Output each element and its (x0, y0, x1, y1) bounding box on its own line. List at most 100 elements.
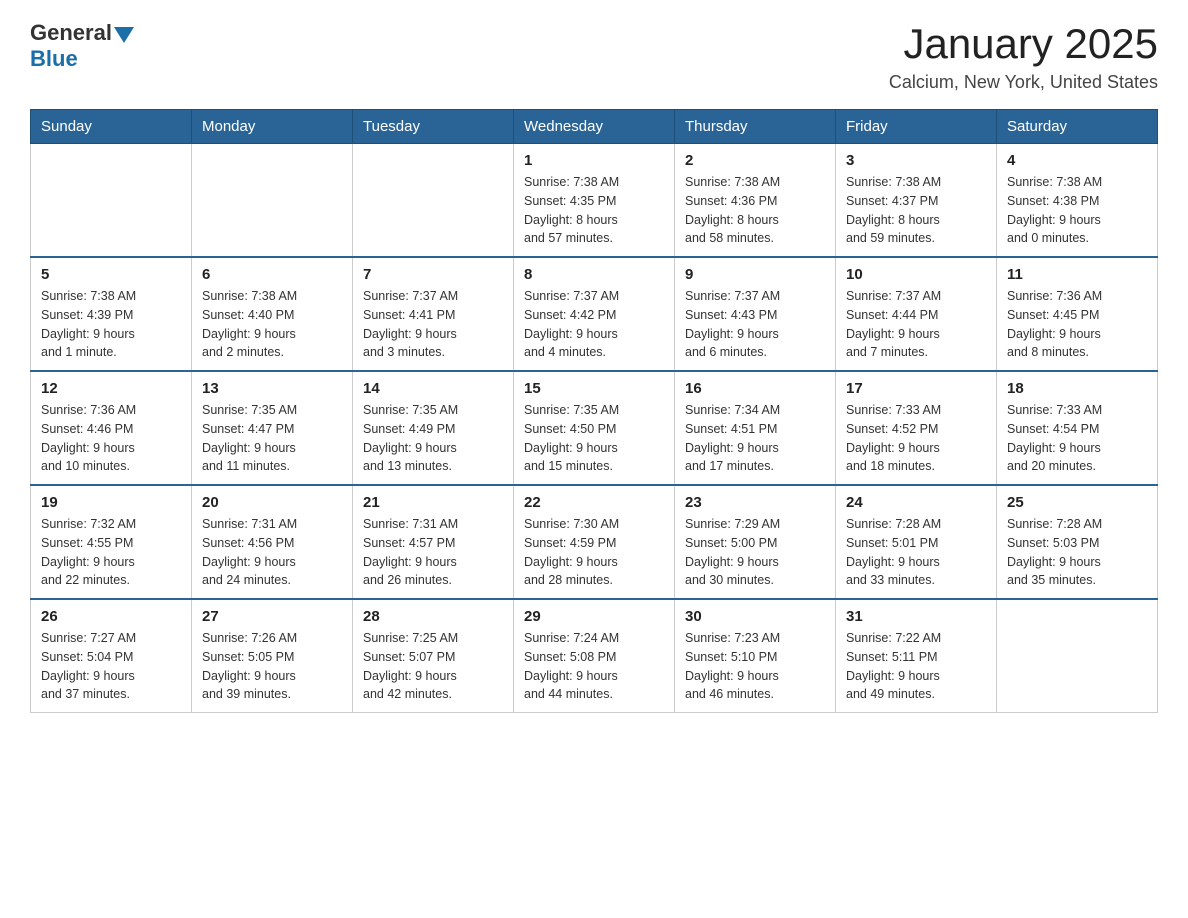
calendar-cell: 20 Sunrise: 7:31 AMSunset: 4:56 PMDayligh… (192, 485, 353, 599)
calendar-cell: 10 Sunrise: 7:37 AMSunset: 4:44 PMDayligh… (836, 257, 997, 371)
day-info: Sunrise: 7:31 AMSunset: 4:56 PMDaylight:… (202, 515, 342, 590)
day-number: 15 (524, 380, 664, 397)
calendar-cell: 11 Sunrise: 7:36 AMSunset: 4:45 PMDayligh… (997, 257, 1158, 371)
day-number: 5 (41, 266, 181, 283)
calendar-cell: 24Sunrise: 7:28 AMSunset: 5:01 PMDayligh… (836, 485, 997, 599)
day-info: Sunrise: 7:38 AMSunset: 4:36 PMDaylight:… (685, 173, 825, 248)
day-info: Sunrise: 7:28 AMSunset: 5:03 PMDaylight:… (1007, 515, 1147, 590)
day-info: Sunrise: 7:38 AMSunset: 4:37 PMDaylight:… (846, 173, 986, 248)
logo-triangle-icon (114, 27, 134, 43)
calendar-week-row: 26Sunrise: 7:27 AMSunset: 5:04 PMDayligh… (31, 599, 1158, 713)
calendar-cell (192, 144, 353, 258)
day-number: 18 (1007, 380, 1147, 397)
day-number: 29 (524, 608, 664, 625)
calendar-cell: 27 Sunrise: 7:26 AMSunset: 5:05 PMDayligh… (192, 599, 353, 713)
calendar-cell (997, 599, 1158, 713)
day-of-week-header-sunday: Sunday (31, 110, 192, 144)
day-info: Sunrise: 7:36 AMSunset: 4:45 PMDaylight:… (1007, 287, 1147, 362)
day-info: Sunrise: 7:31 AMSunset: 4:57 PMDaylight:… (363, 515, 503, 590)
day-info: Sunrise: 7:38 AMSunset: 4:39 PMDaylight:… (41, 287, 181, 362)
calendar-cell: 5 Sunrise: 7:38 AMSunset: 4:39 PMDaylight… (31, 257, 192, 371)
day-info: Sunrise: 7:38 AMSunset: 4:38 PMDaylight:… (1007, 173, 1147, 248)
day-number: 17 (846, 380, 986, 397)
calendar-cell: 12 Sunrise: 7:36 AMSunset: 4:46 PMDayligh… (31, 371, 192, 485)
location-subtitle: Calcium, New York, United States (889, 72, 1158, 93)
calendar-table: SundayMondayTuesdayWednesdayThursdayFrid… (30, 109, 1158, 713)
day-info: Sunrise: 7:35 AMSunset: 4:49 PMDaylight:… (363, 401, 503, 476)
calendar-cell: 15 Sunrise: 7:35 AMSunset: 4:50 PMDayligh… (514, 371, 675, 485)
month-year-title: January 2025 (889, 20, 1158, 68)
day-info: Sunrise: 7:24 AMSunset: 5:08 PMDaylight:… (524, 629, 664, 704)
day-number: 11 (1007, 266, 1147, 283)
calendar-cell: 1 Sunrise: 7:38 AMSunset: 4:35 PMDaylight… (514, 144, 675, 258)
calendar-cell (353, 144, 514, 258)
day-number: 27 (202, 608, 342, 625)
day-number: 28 (363, 608, 503, 625)
day-number: 12 (41, 380, 181, 397)
day-info: Sunrise: 7:37 AMSunset: 4:43 PMDaylight:… (685, 287, 825, 362)
day-number: 2 (685, 152, 825, 169)
calendar-header-row: SundayMondayTuesdayWednesdayThursdayFrid… (31, 110, 1158, 144)
calendar-cell: 7Sunrise: 7:37 AMSunset: 4:41 PMDaylight… (353, 257, 514, 371)
day-number: 26 (41, 608, 181, 625)
calendar-cell: 13 Sunrise: 7:35 AMSunset: 4:47 PMDayligh… (192, 371, 353, 485)
day-of-week-header-friday: Friday (836, 110, 997, 144)
calendar-cell (31, 144, 192, 258)
calendar-week-row: 19 Sunrise: 7:32 AMSunset: 4:55 PMDayligh… (31, 485, 1158, 599)
calendar-week-row: 12 Sunrise: 7:36 AMSunset: 4:46 PMDayligh… (31, 371, 1158, 485)
calendar-cell: 18 Sunrise: 7:33 AMSunset: 4:54 PMDayligh… (997, 371, 1158, 485)
day-info: Sunrise: 7:36 AMSunset: 4:46 PMDaylight:… (41, 401, 181, 476)
calendar-cell: 9 Sunrise: 7:37 AMSunset: 4:43 PMDaylight… (675, 257, 836, 371)
day-info: Sunrise: 7:37 AMSunset: 4:42 PMDaylight:… (524, 287, 664, 362)
calendar-cell: 29 Sunrise: 7:24 AMSunset: 5:08 PMDayligh… (514, 599, 675, 713)
day-info: Sunrise: 7:38 AMSunset: 4:35 PMDaylight:… (524, 173, 664, 248)
day-info: Sunrise: 7:35 AMSunset: 4:47 PMDaylight:… (202, 401, 342, 476)
day-info: Sunrise: 7:35 AMSunset: 4:50 PMDaylight:… (524, 401, 664, 476)
day-number: 8 (524, 266, 664, 283)
day-of-week-header-tuesday: Tuesday (353, 110, 514, 144)
day-info: Sunrise: 7:25 AMSunset: 5:07 PMDaylight:… (363, 629, 503, 704)
calendar-cell: 16Sunrise: 7:34 AMSunset: 4:51 PMDayligh… (675, 371, 836, 485)
calendar-cell: 19 Sunrise: 7:32 AMSunset: 4:55 PMDayligh… (31, 485, 192, 599)
calendar-cell: 4Sunrise: 7:38 AMSunset: 4:38 PMDaylight… (997, 144, 1158, 258)
calendar-cell: 14 Sunrise: 7:35 AMSunset: 4:49 PMDayligh… (353, 371, 514, 485)
logo-blue-text: Blue (30, 46, 134, 72)
day-info: Sunrise: 7:32 AMSunset: 4:55 PMDaylight:… (41, 515, 181, 590)
calendar-cell: 17 Sunrise: 7:33 AMSunset: 4:52 PMDayligh… (836, 371, 997, 485)
day-number: 1 (524, 152, 664, 169)
day-number: 30 (685, 608, 825, 625)
day-info: Sunrise: 7:26 AMSunset: 5:05 PMDaylight:… (202, 629, 342, 704)
day-number: 10 (846, 266, 986, 283)
calendar-week-row: 5 Sunrise: 7:38 AMSunset: 4:39 PMDaylight… (31, 257, 1158, 371)
day-number: 16 (685, 380, 825, 397)
calendar-cell: 3Sunrise: 7:38 AMSunset: 4:37 PMDaylight… (836, 144, 997, 258)
day-number: 14 (363, 380, 503, 397)
logo-general-text: General (30, 20, 112, 46)
day-info: Sunrise: 7:28 AMSunset: 5:01 PMDaylight:… (846, 515, 986, 590)
day-info: Sunrise: 7:37 AMSunset: 4:41 PMDaylight:… (363, 287, 503, 362)
day-number: 25 (1007, 494, 1147, 511)
day-number: 20 (202, 494, 342, 511)
day-number: 13 (202, 380, 342, 397)
calendar-week-row: 1 Sunrise: 7:38 AMSunset: 4:35 PMDaylight… (31, 144, 1158, 258)
calendar-cell: 2 Sunrise: 7:38 AMSunset: 4:36 PMDaylight… (675, 144, 836, 258)
day-of-week-header-wednesday: Wednesday (514, 110, 675, 144)
day-of-week-header-thursday: Thursday (675, 110, 836, 144)
calendar-cell: 23 Sunrise: 7:29 AMSunset: 5:00 PMDayligh… (675, 485, 836, 599)
calendar-cell: 25 Sunrise: 7:28 AMSunset: 5:03 PMDayligh… (997, 485, 1158, 599)
day-info: Sunrise: 7:33 AMSunset: 4:52 PMDaylight:… (846, 401, 986, 476)
day-number: 9 (685, 266, 825, 283)
day-info: Sunrise: 7:33 AMSunset: 4:54 PMDaylight:… (1007, 401, 1147, 476)
day-of-week-header-saturday: Saturday (997, 110, 1158, 144)
calendar-cell: 8 Sunrise: 7:37 AMSunset: 4:42 PMDaylight… (514, 257, 675, 371)
day-number: 19 (41, 494, 181, 511)
day-info: Sunrise: 7:37 AMSunset: 4:44 PMDaylight:… (846, 287, 986, 362)
day-of-week-header-monday: Monday (192, 110, 353, 144)
day-number: 31 (846, 608, 986, 625)
day-number: 22 (524, 494, 664, 511)
calendar-cell: 6Sunrise: 7:38 AMSunset: 4:40 PMDaylight… (192, 257, 353, 371)
title-block: January 2025 Calcium, New York, United S… (889, 20, 1158, 93)
calendar-cell: 28 Sunrise: 7:25 AMSunset: 5:07 PMDayligh… (353, 599, 514, 713)
day-info: Sunrise: 7:29 AMSunset: 5:00 PMDaylight:… (685, 515, 825, 590)
day-number: 23 (685, 494, 825, 511)
